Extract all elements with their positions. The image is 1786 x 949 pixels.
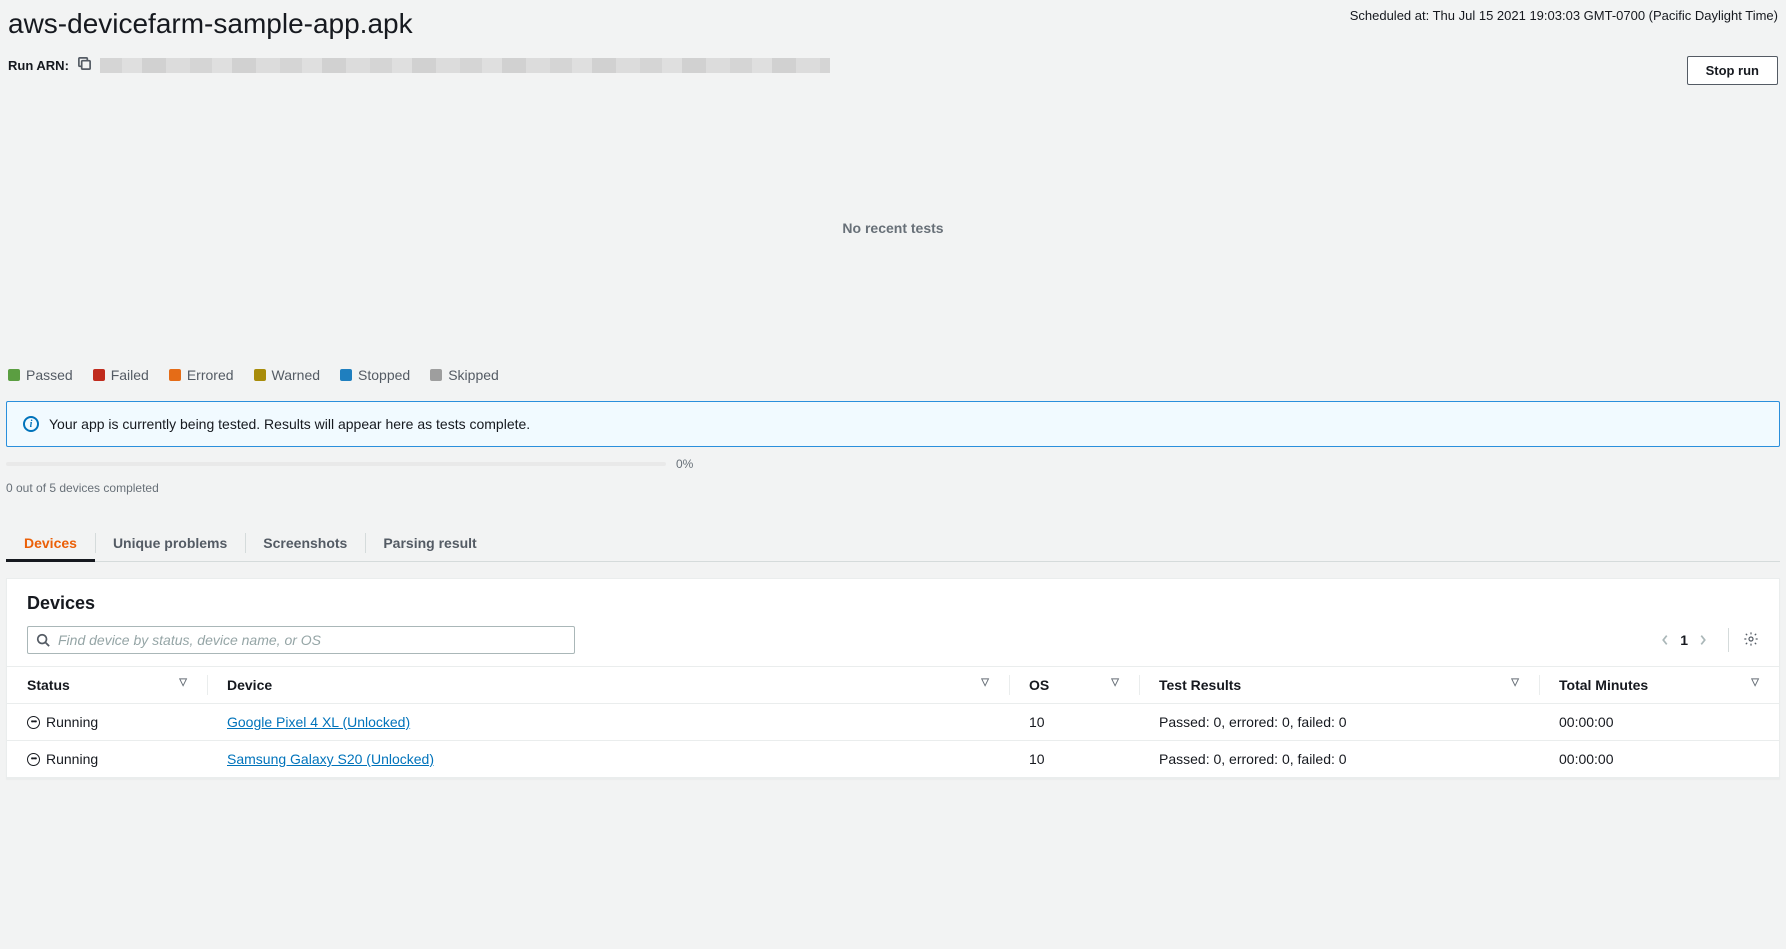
os-text: 10 [1009,741,1139,778]
legend-item-skipped: Skipped [430,367,499,383]
legend-item-errored: Errored [169,367,234,383]
filter-icon[interactable]: ▽ [1111,677,1119,688]
legend-label: Errored [187,367,234,383]
devices-panel-title: Devices [27,593,95,614]
gear-icon[interactable] [1743,631,1759,650]
col-os[interactable]: OS▽ [1009,667,1139,704]
pagination: 1 [1660,628,1759,652]
legend: Passed Failed Errored Warned Stopped Ski… [0,363,1786,393]
info-banner-text: Your app is currently being tested. Resu… [49,416,530,432]
total-minutes-text: 00:00:00 [1539,704,1779,741]
filter-icon[interactable]: ▽ [179,677,187,688]
filter-icon[interactable]: ▽ [981,677,989,688]
device-link[interactable]: Samsung Galaxy S20 (Unlocked) [227,751,434,767]
page-number: 1 [1680,632,1688,648]
filter-icon[interactable]: ▽ [1751,677,1759,688]
test-results-text: Passed: 0, errored: 0, failed: 0 [1139,704,1539,741]
status-text: Running [46,714,98,730]
legend-item-warned: Warned [254,367,321,383]
swatch-icon [430,369,442,381]
total-minutes-text: 00:00:00 [1539,741,1779,778]
swatch-icon [340,369,352,381]
devices-table: Status▽ Device▽ OS▽ Test Results▽ Total … [7,666,1779,778]
test-results-text: Passed: 0, errored: 0, failed: 0 [1139,741,1539,778]
run-arn-redacted [100,58,830,73]
swatch-icon [169,369,181,381]
stop-run-button[interactable]: Stop run [1687,56,1778,85]
no-recent-tests-label: No recent tests [842,220,943,236]
progress-caption: 0 out of 5 devices completed [6,481,1780,495]
progress-bar [6,462,666,466]
legend-label: Stopped [358,367,410,383]
table-row: ••• Running Samsung Galaxy S20 (Unlocked)… [7,741,1779,778]
search-input-wrap[interactable] [27,626,575,654]
tab-parsing-result[interactable]: Parsing result [365,525,494,561]
filter-icon[interactable]: ▽ [1511,677,1519,688]
chevron-left-icon[interactable] [1660,633,1670,647]
page-title: aws-devicefarm-sample-app.apk [8,8,413,40]
legend-item-stopped: Stopped [340,367,410,383]
run-arn-label: Run ARN: [8,58,69,73]
col-total-minutes[interactable]: Total Minutes▽ [1539,667,1779,704]
copy-icon[interactable] [77,56,92,74]
tab-screenshots[interactable]: Screenshots [245,525,365,561]
running-icon: ••• [27,753,40,766]
os-text: 10 [1009,704,1139,741]
swatch-icon [8,369,20,381]
tests-chart-placeholder: No recent tests [0,93,1786,363]
legend-item-passed: Passed [8,367,73,383]
tab-devices[interactable]: Devices [6,525,95,561]
legend-label: Warned [272,367,321,383]
col-test-results[interactable]: Test Results▽ [1139,667,1539,704]
search-icon [36,633,50,647]
col-status[interactable]: Status▽ [7,667,207,704]
swatch-icon [254,369,266,381]
status-text: Running [46,751,98,767]
legend-label: Passed [26,367,73,383]
table-row: •••Running Google Pixel 4 XL (Unlocked) … [7,704,1779,741]
tabs: Devices Unique problems Screenshots Pars… [6,525,1780,562]
swatch-icon [93,369,105,381]
legend-label: Failed [111,367,149,383]
device-link[interactable]: Google Pixel 4 XL (Unlocked) [227,714,410,730]
tab-unique-problems[interactable]: Unique problems [95,525,245,561]
search-input[interactable] [58,632,566,648]
col-device[interactable]: Device▽ [207,667,1009,704]
legend-label: Skipped [448,367,499,383]
legend-item-failed: Failed [93,367,149,383]
devices-panel: Devices 1 Status▽ De [6,578,1780,779]
scheduled-at-label: Scheduled at: Thu Jul 15 2021 19:03:03 G… [1350,8,1778,23]
chevron-right-icon[interactable] [1698,633,1708,647]
info-banner: i Your app is currently being tested. Re… [6,401,1780,447]
running-icon: ••• [27,716,40,729]
progress-percent-label: 0% [676,457,693,471]
info-icon: i [23,416,39,432]
